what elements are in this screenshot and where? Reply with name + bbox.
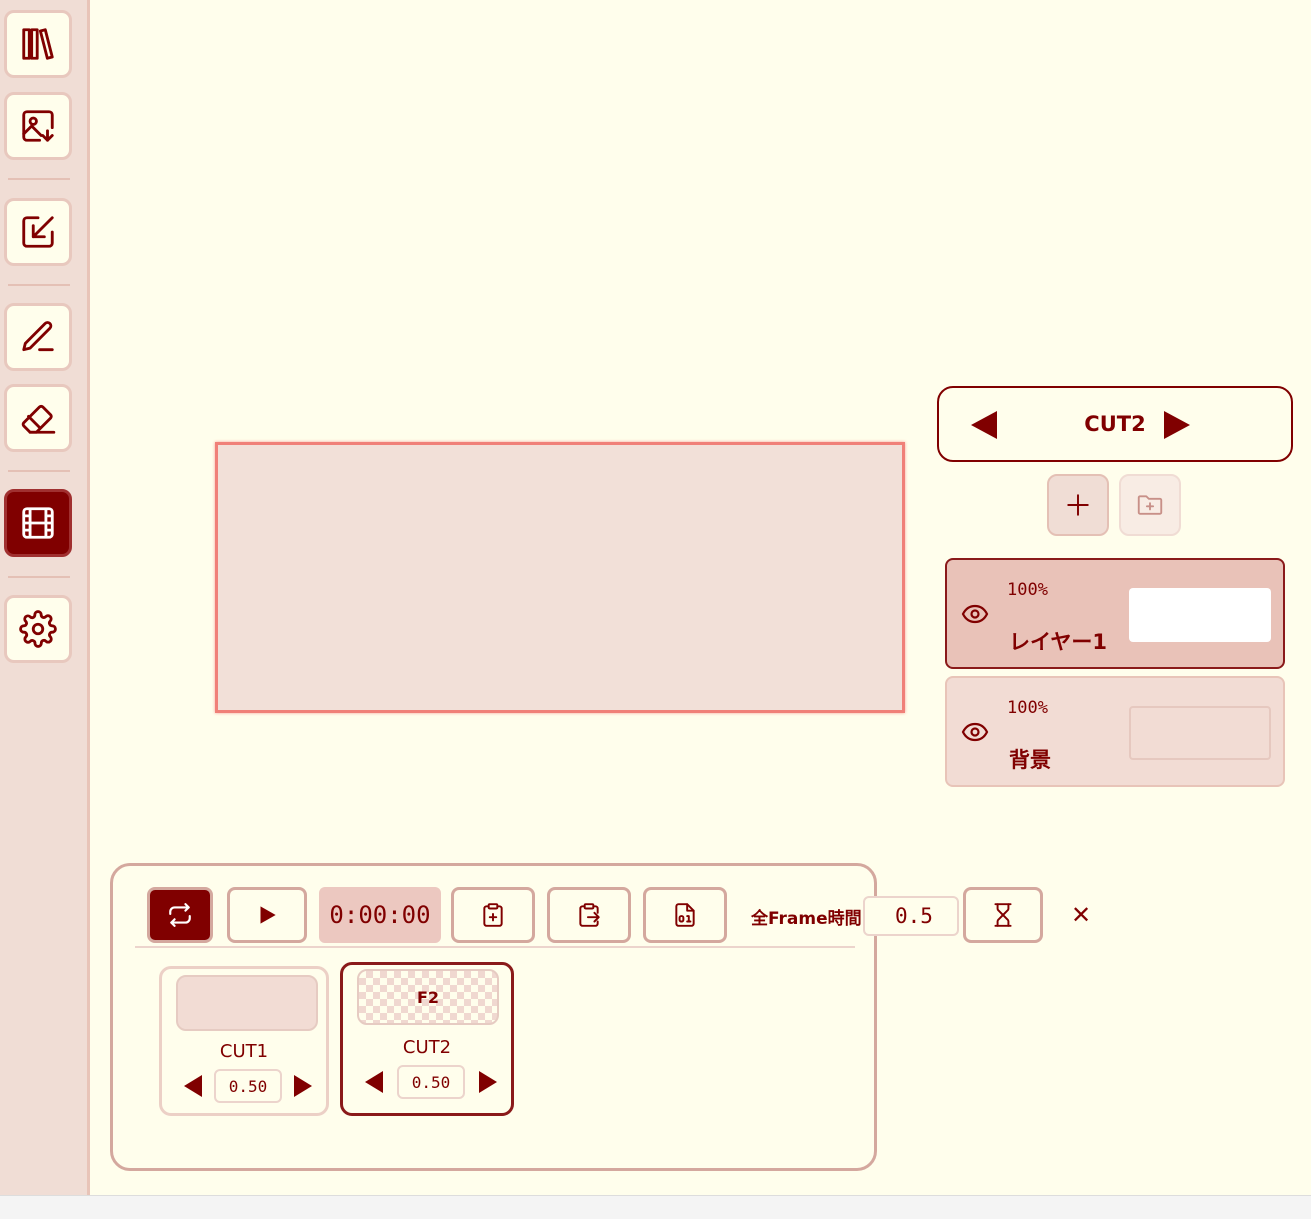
add-layer-button[interactable] — [1047, 474, 1109, 536]
cut-label: CUT2 — [402, 1037, 452, 1058]
layer-thumbnail — [1129, 588, 1271, 642]
pen-tool-button[interactable] — [4, 303, 72, 371]
animation-button[interactable] — [4, 489, 72, 557]
eye-icon[interactable] — [961, 722, 989, 742]
sidebar-divider — [8, 470, 70, 472]
drawing-canvas[interactable] — [215, 442, 905, 713]
increase-duration-button[interactable] — [294, 1075, 312, 1097]
close-timeline-button[interactable]: ✕ — [1066, 900, 1096, 930]
gear-icon — [19, 610, 57, 648]
add-frame-button[interactable] — [451, 887, 535, 943]
layer-name: レイヤー1 — [1009, 630, 1107, 654]
layer-opacity: 100% — [1007, 698, 1048, 718]
tool-sidebar — [0, 0, 90, 1195]
layer-thumbnail — [1129, 706, 1271, 760]
play-button[interactable] — [227, 887, 307, 943]
decrease-duration-button[interactable] — [184, 1075, 202, 1097]
pen-icon — [22, 321, 54, 352]
all-frame-time-label: 全Frame時間 — [751, 909, 862, 929]
cut-duration-input[interactable]: 0.50 — [397, 1065, 465, 1099]
eye-icon[interactable] — [961, 604, 989, 624]
layer-item[interactable]: 100% レイヤー1 — [945, 558, 1285, 669]
sidebar-divider — [8, 178, 70, 180]
time-display: 0:00:00 — [319, 887, 441, 943]
cut-card[interactable]: CUT1 0.50 — [159, 966, 329, 1116]
apply-duration-button[interactable] — [963, 887, 1043, 943]
binary-file-button[interactable] — [643, 887, 727, 943]
clipboard-plus-icon — [483, 903, 503, 927]
hourglass-icon — [994, 903, 1012, 927]
library-button[interactable] — [4, 10, 72, 78]
add-folder-button[interactable] — [1119, 474, 1181, 536]
cut-thumbnail: F2 — [357, 969, 499, 1025]
loop-toggle-button[interactable] — [147, 887, 213, 943]
cut-thumbnail — [176, 975, 318, 1031]
layer-opacity: 100% — [1007, 580, 1048, 600]
layer-item[interactable]: 100% 背景 — [945, 676, 1285, 787]
sidebar-divider — [8, 284, 70, 286]
image-import-icon — [22, 110, 54, 142]
image-import-button[interactable] — [4, 92, 72, 160]
bottom-bar — [0, 1195, 1311, 1219]
file-binary-icon — [675, 903, 695, 927]
folder-plus-icon — [1137, 495, 1163, 515]
play-icon — [260, 906, 276, 924]
plus-icon — [1067, 494, 1089, 516]
layer-name: 背景 — [1009, 748, 1051, 772]
eraser-tool-button[interactable] — [4, 384, 72, 452]
current-cut-title: CUT2 — [1084, 412, 1146, 436]
cut-label: CUT1 — [219, 1041, 269, 1062]
all-frame-time-input[interactable]: 0.5 — [863, 896, 959, 936]
increase-duration-button[interactable] — [479, 1071, 497, 1093]
cut-duration-input[interactable]: 0.50 — [214, 1069, 282, 1103]
export-button[interactable] — [4, 198, 72, 266]
export-frame-button[interactable] — [547, 887, 631, 943]
film-icon — [22, 507, 54, 539]
timeline-divider — [135, 946, 855, 948]
cut-navigator: CUT2 — [937, 386, 1293, 462]
timeline-panel: 0:00:00 全Frame時間 0.5 CUT1 0.50 F2 CUT2 0… — [110, 863, 1043, 1171]
eraser-icon — [21, 404, 56, 434]
settings-button[interactable] — [4, 595, 72, 663]
decrease-duration-button[interactable] — [365, 1071, 383, 1093]
library-icon — [22, 28, 54, 60]
cut-card-selected[interactable]: F2 CUT2 0.50 — [340, 962, 514, 1116]
sidebar-divider — [8, 576, 70, 578]
next-cut-button[interactable] — [1164, 411, 1190, 439]
repeat-icon — [169, 903, 191, 927]
export-icon — [22, 216, 54, 248]
clipboard-export-icon — [579, 903, 600, 927]
